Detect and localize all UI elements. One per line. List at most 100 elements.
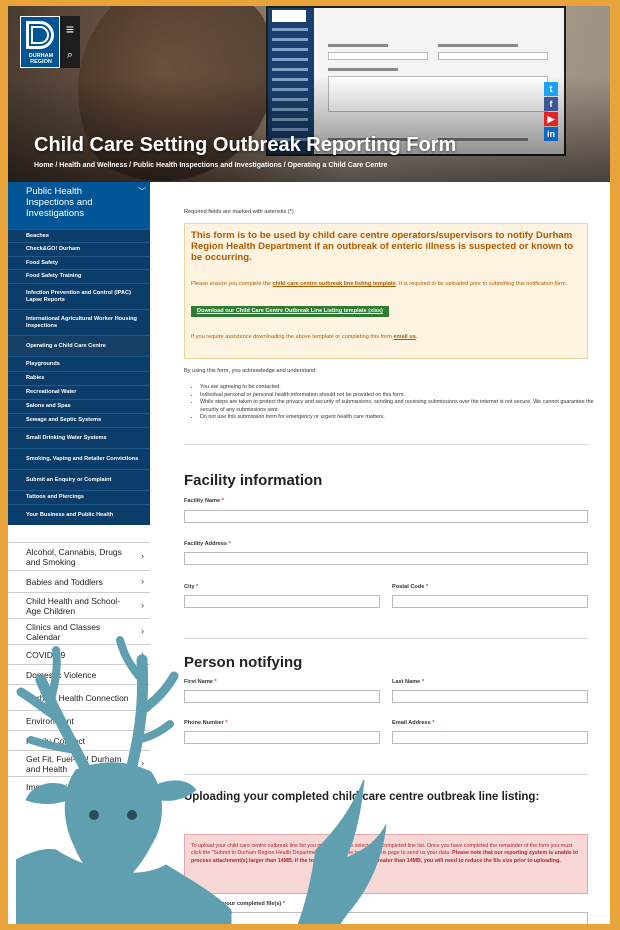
first-name-label: First Name * [184,679,217,685]
sidebar-main-item[interactable]: COVID-19 › [8,644,150,664]
sidebar-item[interactable]: Playgrounds [8,356,150,371]
chevron-right-icon[interactable]: › [141,626,144,636]
chevron-right-icon[interactable]: › [141,758,144,768]
download-template-button[interactable]: Download our Child Care Centre Outbreak … [191,306,389,317]
acknowledgement-list: You are agreeing to be contacted.Individ… [194,384,594,422]
sidebar-main-item[interactable]: Domestic Violence › [8,664,150,684]
notice-box: This form is to be used by child care ce… [184,223,588,359]
facebook-icon[interactable]: f [544,97,558,111]
chevron-right-icon[interactable]: › [141,692,144,702]
chevron-right-icon[interactable]: › [141,669,144,679]
sidebar-main-item[interactable]: Get Fit, Fuel-Up! Durham and Health › [8,750,150,776]
page-frame: DURHAM REGION ≡ ⌕ t f ▶ in Child Care Set… [8,6,610,924]
sidebar-item[interactable]: Submit an Enquiry or Complaint [8,469,150,490]
sidebar-item[interactable]: Recreational Water [8,385,150,399]
acknowledgement-intro: By using this form, you acknowledge and … [184,368,317,374]
sidebar-main-item-label: Get Fit, Fuel-Up! Durham and Health [26,753,122,774]
acknowledgement-item: Do not use this submission form for emer… [200,414,594,422]
required-note: Required fields are marked with asterisk… [184,209,294,215]
sidebar-main-item[interactable]: Environment › [8,710,150,730]
notice-help-text: If you require assistance downloading th… [191,334,418,340]
sidebar-main-item[interactable]: Clinics and Classes Calendar › [8,618,150,644]
sidebar-item[interactable]: Sewage and Septic Systems [8,413,150,427]
hamburger-icon[interactable]: ≡ [60,16,80,42]
last-name-label: Last Name * [392,679,425,685]
search-icon[interactable]: ⌕ [60,42,80,68]
durham-region-logo[interactable]: DURHAM REGION [20,16,60,68]
sidebar-item[interactable]: Operating a Child Care Centre [8,335,150,356]
sidebar-item-label: Beaches [26,232,50,239]
sidebar-item[interactable]: Tattoos and Piercings [8,490,150,504]
acknowledgement-item: Individual personal or personal health i… [200,392,594,400]
first-name-input[interactable] [184,690,380,703]
acknowledgement-item: You are agreeing to be contacted. [200,384,594,392]
upload-label: Please upload your completed file(s) * [184,901,286,907]
sidebar-main-item[interactable]: Alcohol, Cannabis, Drugs and Smoking › [8,542,150,570]
person-section-title: Person notifying [184,654,303,671]
sidebar-main-item-label: COVID-19 [26,649,66,660]
main-content: Required fields are marked with asterisk… [184,182,600,924]
sidebar-item-label: Your Business and Public Health [26,511,114,518]
file-upload-input[interactable]: Browse [184,912,588,924]
sidebar-main-item[interactable]: Babies and Toddlers › [8,570,150,592]
template-link[interactable]: child care centre outbreak line listing … [272,281,395,287]
email-us-link[interactable]: email us [393,334,415,340]
city-input[interactable] [184,595,380,608]
notice-heading: This form is to be used by child care ce… [191,230,574,263]
sidebar-main-item-label: Babies and Toddlers [26,576,103,587]
sidebar-item-label: Playgrounds [26,360,60,367]
sidebar-item-label: Sewage and Septic Systems [26,417,102,424]
sidebar-item-label: Submit an Enquiry or Complaint [26,476,112,483]
phone-label: Phone Number * [184,720,228,726]
email-input[interactable] [392,731,588,744]
sidebar-item-label: Salons and Spas [26,403,71,410]
sidebar-item[interactable]: Smoking, Vaping and Retailer Convictions [8,448,150,469]
facility-name-input[interactable] [184,510,588,523]
sidebar-item[interactable]: Infection Prevention and Control (IPAC) … [8,283,150,309]
sidebar-main-item[interactable]: Durham Health Connection › [8,684,150,710]
sidebar-sublist: Beaches Check&GO! Durham Food Safety Food S… [8,229,150,525]
sidebar-item[interactable]: Salons and Spas [8,399,150,413]
sidebar-item-label: Food Safety [26,259,59,266]
sidebar-item[interactable]: Small Drinking Water Systems [8,427,150,448]
chevron-right-icon[interactable]: › [141,649,144,659]
chevron-right-icon[interactable]: › [141,576,144,586]
chevron-right-icon[interactable]: › [141,781,144,791]
sidebar-section-heading[interactable]: Public Health Inspections and Investigat… [8,182,150,229]
sidebar-main-item[interactable]: Child Health and School-Age Children › [8,592,150,618]
facility-name-label: Facility Name * [184,498,224,504]
sidebar-item[interactable]: Food Safety Training [8,269,150,283]
sidebar-item-label: Operating a Child Care Centre [26,342,106,349]
twitter-icon[interactable]: t [544,82,558,96]
phone-input[interactable] [184,731,380,744]
youtube-icon[interactable]: ▶ [544,112,558,126]
sidebar-main-item-label: Child Health and School-Age Children [26,595,121,616]
sidebar-main-item-label: Environment [26,715,74,726]
chevron-right-icon[interactable]: › [141,715,144,725]
sidebar-item-label: Food Safety Training [26,273,82,280]
breadcrumb[interactable]: Home / Health and Wellness / Public Heal… [34,162,387,169]
sidebar-item[interactable]: Food Safety [8,256,150,269]
page-title: Child Care Setting Outbreak Reporting Fo… [34,134,457,156]
sidebar-item[interactable]: Check&GO! Durham [8,242,150,256]
postal-code-input[interactable] [392,595,588,608]
chevron-right-icon[interactable]: › [141,600,144,610]
chevron-right-icon[interactable]: › [141,735,144,745]
sidebar-heading-label: Public Health Inspections and Investigat… [26,186,93,219]
acknowledgement-item: While steps are taken to protect the pri… [200,399,594,414]
sidebar-main-item[interactable]: Family Connect › [8,730,150,750]
sidebar-item-label: Tattoos and Piercings [26,494,85,501]
last-name-input[interactable] [392,690,588,703]
sidebar-item-label: Small Drinking Water Systems [26,434,107,441]
sidebar-item[interactable]: Rabies [8,371,150,385]
sidebar-item-label: Recreational Water [26,389,77,396]
sidebar-main-item-label: Clinics and Classes Calendar [26,621,101,642]
sidebar-item[interactable]: Your Business and Public Health [8,504,150,525]
chevron-down-icon[interactable]: ﹀ [138,186,146,197]
chevron-right-icon[interactable]: › [141,551,144,561]
facility-address-input[interactable] [184,552,588,565]
linkedin-icon[interactable]: in [544,127,558,141]
sidebar-main-item[interactable]: Immunization › [8,776,150,796]
sidebar-item[interactable]: International Agricultural Worker Housin… [8,309,150,335]
sidebar-item[interactable]: Beaches [8,229,150,242]
